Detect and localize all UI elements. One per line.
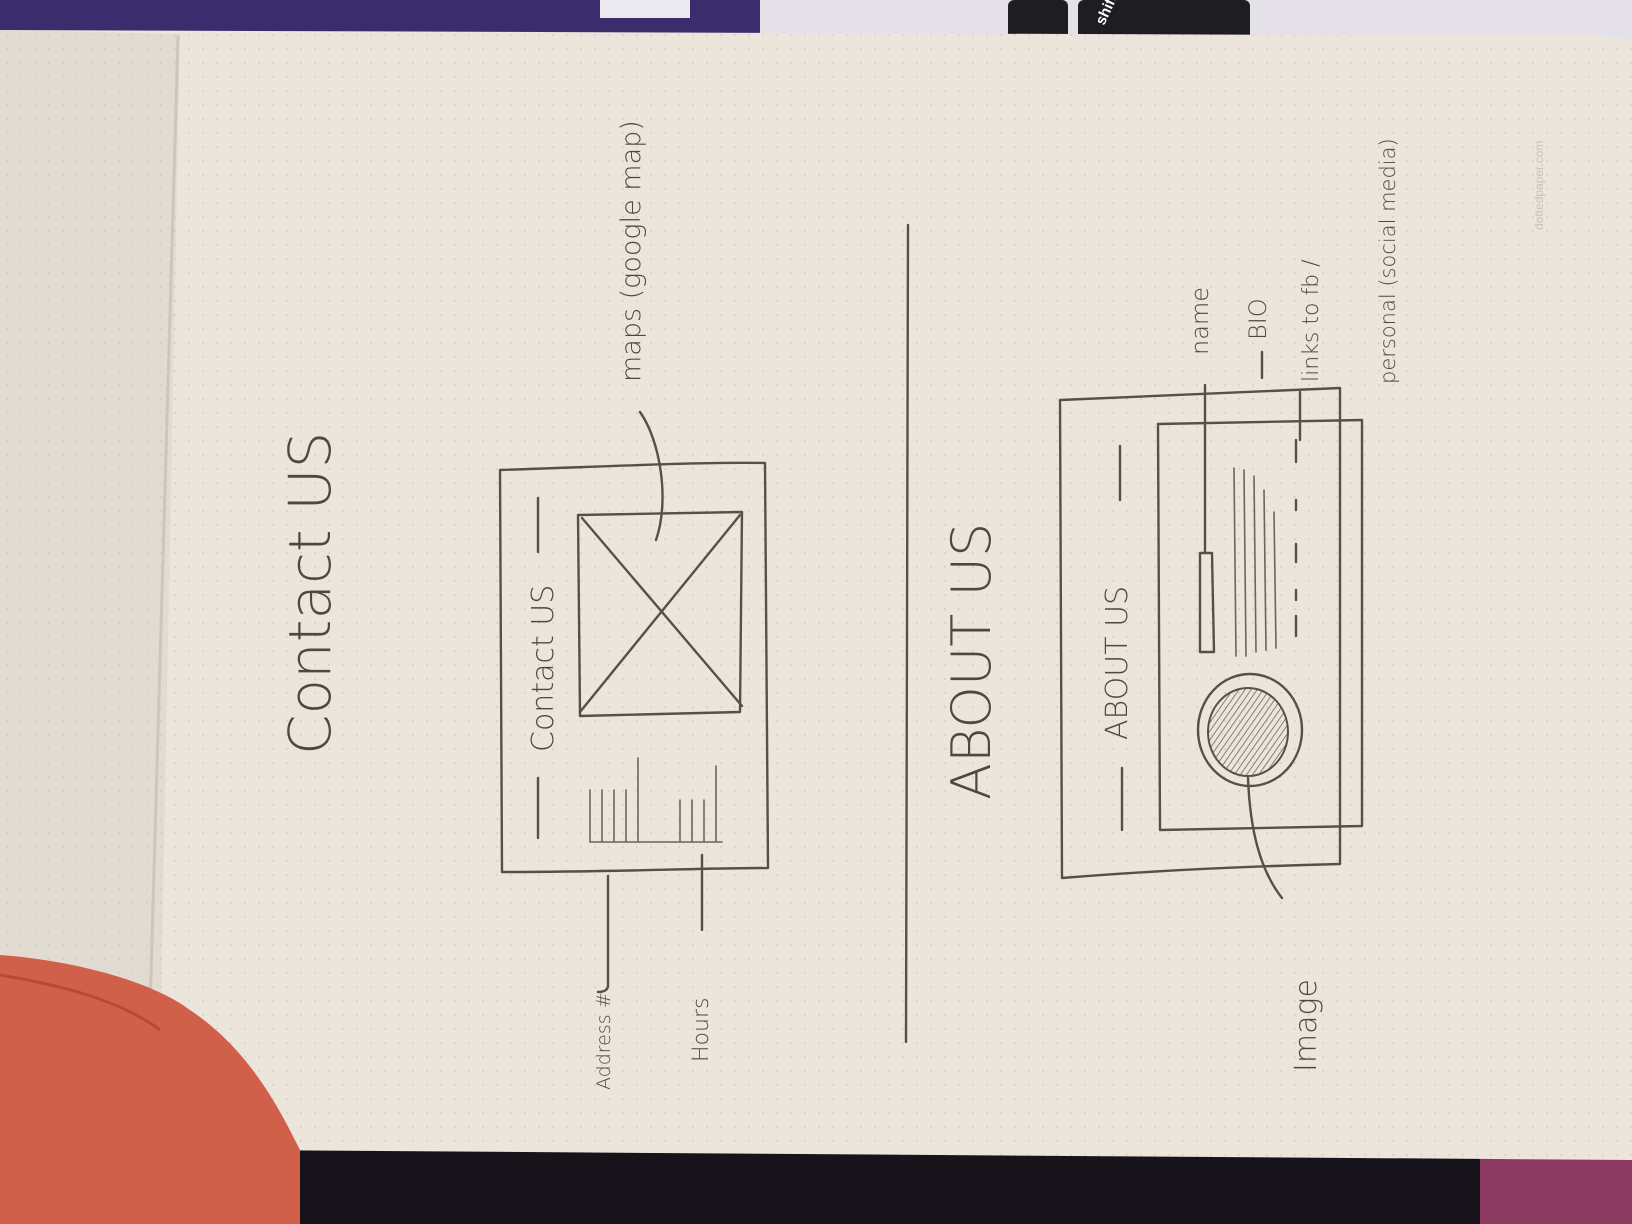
links-note: links to fb /	[1299, 259, 1324, 382]
notebook-photo: shift fn dottedpaper.com Contact US Cont…	[0, 0, 1632, 1224]
address-note: Address #	[593, 992, 615, 1090]
about-heading: ABOUT US	[940, 523, 1003, 800]
hours-note: Hours	[689, 998, 714, 1062]
map-note: maps (google map)	[616, 120, 647, 382]
name-note: name	[1186, 287, 1214, 355]
image-note: Image	[1289, 979, 1324, 1072]
personal-note: personal (social media)	[1376, 138, 1400, 384]
contact-heading: Contact US	[276, 432, 344, 755]
bio-note: BIO	[1244, 298, 1272, 340]
profile-image-placeholder	[1196, 672, 1304, 788]
contact-wireframe-title: Contact US	[526, 585, 561, 752]
watermark: dottedpaper.com	[1532, 141, 1546, 230]
about-wireframe-title: ABOUT US	[1100, 586, 1135, 740]
